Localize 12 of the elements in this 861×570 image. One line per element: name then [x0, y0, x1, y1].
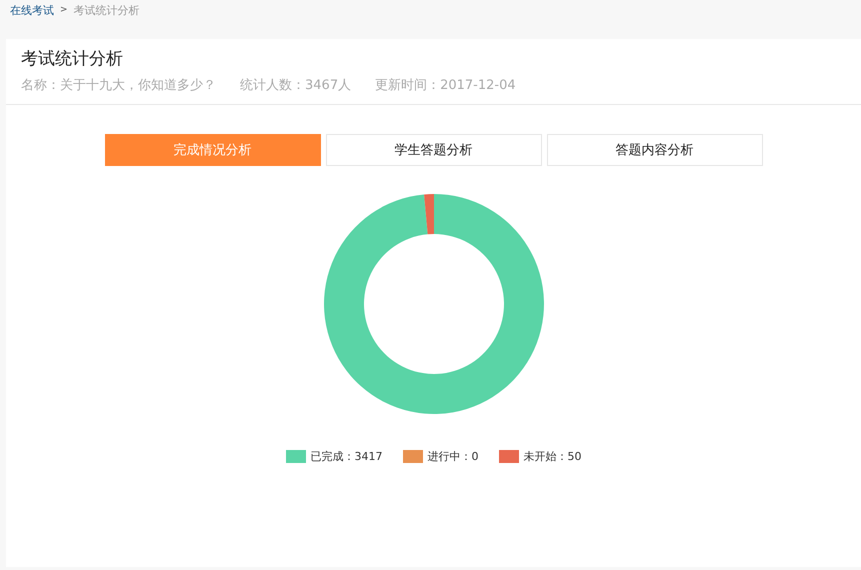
- legend-label: 进行中：0: [428, 449, 478, 464]
- meta-text: 更新时间：2017-12-04: [375, 77, 516, 94]
- breadcrumb-current: 考试统计分析: [74, 2, 140, 18]
- legend-label: 未开始：50: [524, 449, 582, 464]
- breadcrumb-link[interactable]: 在线考试: [10, 2, 54, 18]
- page-title: 考试统计分析: [21, 48, 124, 70]
- meta-text: 统计人数：3467人: [240, 77, 352, 94]
- breadcrumb-separator: >: [60, 5, 68, 15]
- meta-text: 名称：关于十九大，你知道多少？: [21, 77, 216, 94]
- legend-label: 已完成：3417: [310, 449, 382, 464]
- tab[interactable]: 学生答题分析: [326, 134, 542, 166]
- tab[interactable]: 答题内容分析: [546, 134, 762, 166]
